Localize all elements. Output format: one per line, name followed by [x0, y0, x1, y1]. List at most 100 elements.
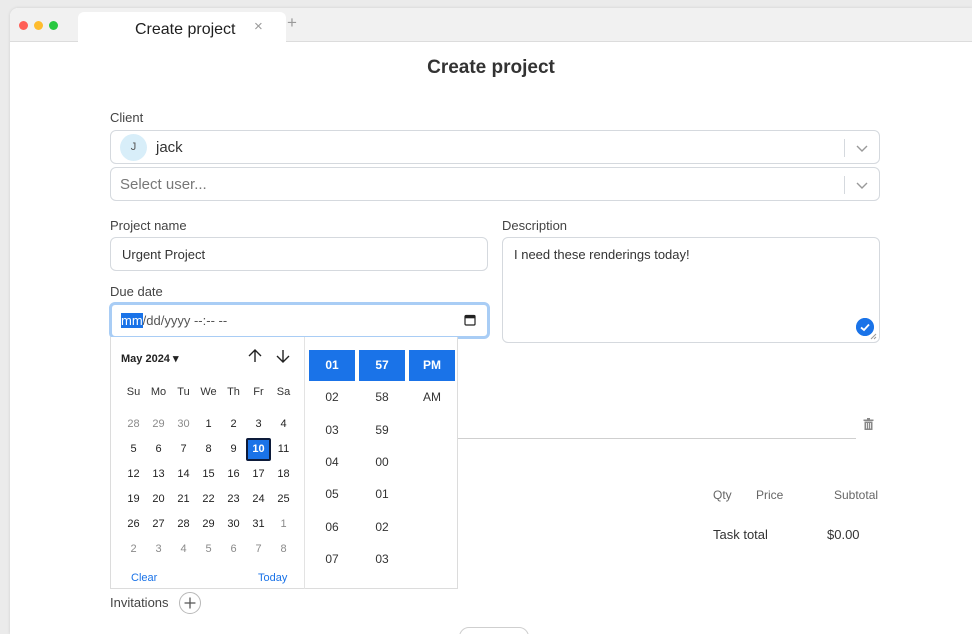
due-date-month-segment[interactable]: mm	[121, 313, 143, 328]
project-name-value: Urgent Project	[122, 247, 206, 262]
client-label: Client	[110, 110, 144, 125]
calendar-day[interactable]: 21	[171, 488, 196, 511]
arrow-down-icon[interactable]	[274, 347, 292, 365]
calendar-icon[interactable]	[464, 314, 476, 326]
calendar-day[interactable]: 23	[221, 488, 246, 511]
resize-handle-icon[interactable]	[870, 333, 877, 340]
bottom-button[interactable]	[459, 627, 529, 634]
calendar-day[interactable]: 4	[171, 538, 196, 561]
weekday-label: Th	[227, 386, 240, 398]
chevron-down-icon[interactable]	[855, 178, 869, 192]
calendar-day[interactable]: 30	[171, 413, 196, 436]
select-separator	[844, 139, 845, 157]
price-header: Price	[756, 488, 784, 502]
client-avatar: J	[120, 134, 147, 161]
calendar-day[interactable]: 16	[221, 463, 246, 486]
new-tab-icon[interactable]: +	[287, 13, 297, 33]
calendar-day[interactable]: 29	[146, 413, 171, 436]
calendar-day[interactable]: 8	[196, 438, 221, 461]
calendar-day[interactable]: 18	[271, 463, 296, 486]
calendar-day[interactable]: 6	[146, 438, 171, 461]
add-invitation-button[interactable]	[179, 592, 201, 614]
calendar-day[interactable]: 17	[246, 463, 271, 486]
description-textarea[interactable]: I need these renderings today!	[502, 237, 880, 343]
calendar-day[interactable]: 25	[271, 488, 296, 511]
calendar-day[interactable]: 5	[121, 438, 146, 461]
calendar-day[interactable]: 30	[221, 513, 246, 536]
tab-close-icon[interactable]: ×	[254, 18, 263, 35]
calendar-day[interactable]: 12	[121, 463, 146, 486]
time-minute-option[interactable]: 03	[359, 544, 405, 575]
calendar-day[interactable]: 19	[121, 488, 146, 511]
time-minute-option[interactable]: 00	[359, 447, 405, 478]
calendar-day[interactable]: 14	[171, 463, 196, 486]
time-minute-option[interactable]: 02	[359, 512, 405, 543]
trash-icon[interactable]	[863, 418, 874, 430]
page-title: Create project	[427, 57, 555, 78]
time-period-option[interactable]: AM	[409, 382, 455, 413]
calendar-day[interactable]: 7	[246, 538, 271, 561]
time-hour-option[interactable]: 01	[309, 350, 355, 381]
calendar-day[interactable]: 26	[121, 513, 146, 536]
client-select[interactable]: J jack	[110, 130, 880, 164]
calendar-day[interactable]: 2	[121, 538, 146, 561]
calendar-day[interactable]: 24	[246, 488, 271, 511]
calendar-day[interactable]: 20	[146, 488, 171, 511]
time-minute-option[interactable]: 58	[359, 382, 405, 413]
time-minute-option[interactable]: 57	[359, 350, 405, 381]
calendar-day[interactable]: 10	[246, 438, 271, 461]
calendar-day[interactable]: 5	[196, 538, 221, 561]
calendar-day[interactable]: 28	[171, 513, 196, 536]
calendar-day[interactable]: 11	[271, 438, 296, 461]
chevron-down-icon[interactable]	[855, 141, 869, 155]
calendar-divider	[304, 337, 305, 589]
calendar-day[interactable]: 4	[271, 413, 296, 436]
calendar-day[interactable]: 6	[221, 538, 246, 561]
calendar-month-select[interactable]: May 2024 ▾	[121, 352, 179, 365]
qty-header: Qty	[713, 488, 732, 502]
select-separator	[844, 176, 845, 194]
weekday-label: We	[200, 386, 217, 398]
title-bar: Create project × +	[10, 8, 972, 43]
calendar-day[interactable]: 1	[271, 513, 296, 536]
weekday-label: Fr	[253, 386, 264, 398]
close-window-button[interactable]	[19, 21, 28, 30]
calendar-day[interactable]: 22	[196, 488, 221, 511]
time-hour-option[interactable]: 04	[309, 447, 355, 478]
calendar-day[interactable]: 13	[146, 463, 171, 486]
calendar-day[interactable]: 9	[221, 438, 246, 461]
time-minute-option[interactable]: 59	[359, 415, 405, 446]
calendar-today-button[interactable]: Today	[258, 572, 287, 584]
calendar-day[interactable]: 29	[196, 513, 221, 536]
due-date-input[interactable]: mm/dd/yyyy --:-- --	[109, 302, 490, 339]
time-minute-option[interactable]: 01	[359, 479, 405, 510]
calendar-day[interactable]: 27	[146, 513, 171, 536]
browser-tab[interactable]: Create project ×	[78, 12, 286, 43]
checkmark-icon	[856, 318, 874, 336]
browser-window: Create project × + Create project Client…	[10, 8, 972, 634]
calendar-day[interactable]: 15	[196, 463, 221, 486]
arrow-up-icon[interactable]	[246, 347, 264, 365]
client-value: jack	[156, 139, 183, 156]
time-period-option[interactable]: PM	[409, 350, 455, 381]
calendar-day[interactable]: 7	[171, 438, 196, 461]
minimize-window-button[interactable]	[34, 21, 43, 30]
user-select[interactable]: Select user...	[110, 167, 880, 201]
time-hour-option[interactable]: 07	[309, 544, 355, 575]
project-name-input[interactable]: Urgent Project	[110, 237, 488, 271]
calendar-clear-button[interactable]: Clear	[131, 572, 157, 584]
task-input-line[interactable]	[458, 438, 856, 439]
maximize-window-button[interactable]	[49, 21, 58, 30]
calendar-day[interactable]: 8	[271, 538, 296, 561]
calendar-day[interactable]: 2	[221, 413, 246, 436]
calendar-day[interactable]: 31	[246, 513, 271, 536]
due-date-rest-segments[interactable]: /dd/yyyy --:-- --	[143, 313, 228, 328]
calendar-day[interactable]: 1	[196, 413, 221, 436]
calendar-day[interactable]: 28	[121, 413, 146, 436]
calendar-day[interactable]: 3	[146, 538, 171, 561]
time-hour-option[interactable]: 05	[309, 479, 355, 510]
time-hour-option[interactable]: 02	[309, 382, 355, 413]
time-hour-option[interactable]: 06	[309, 512, 355, 543]
time-hour-option[interactable]: 03	[309, 415, 355, 446]
calendar-day[interactable]: 3	[246, 413, 271, 436]
